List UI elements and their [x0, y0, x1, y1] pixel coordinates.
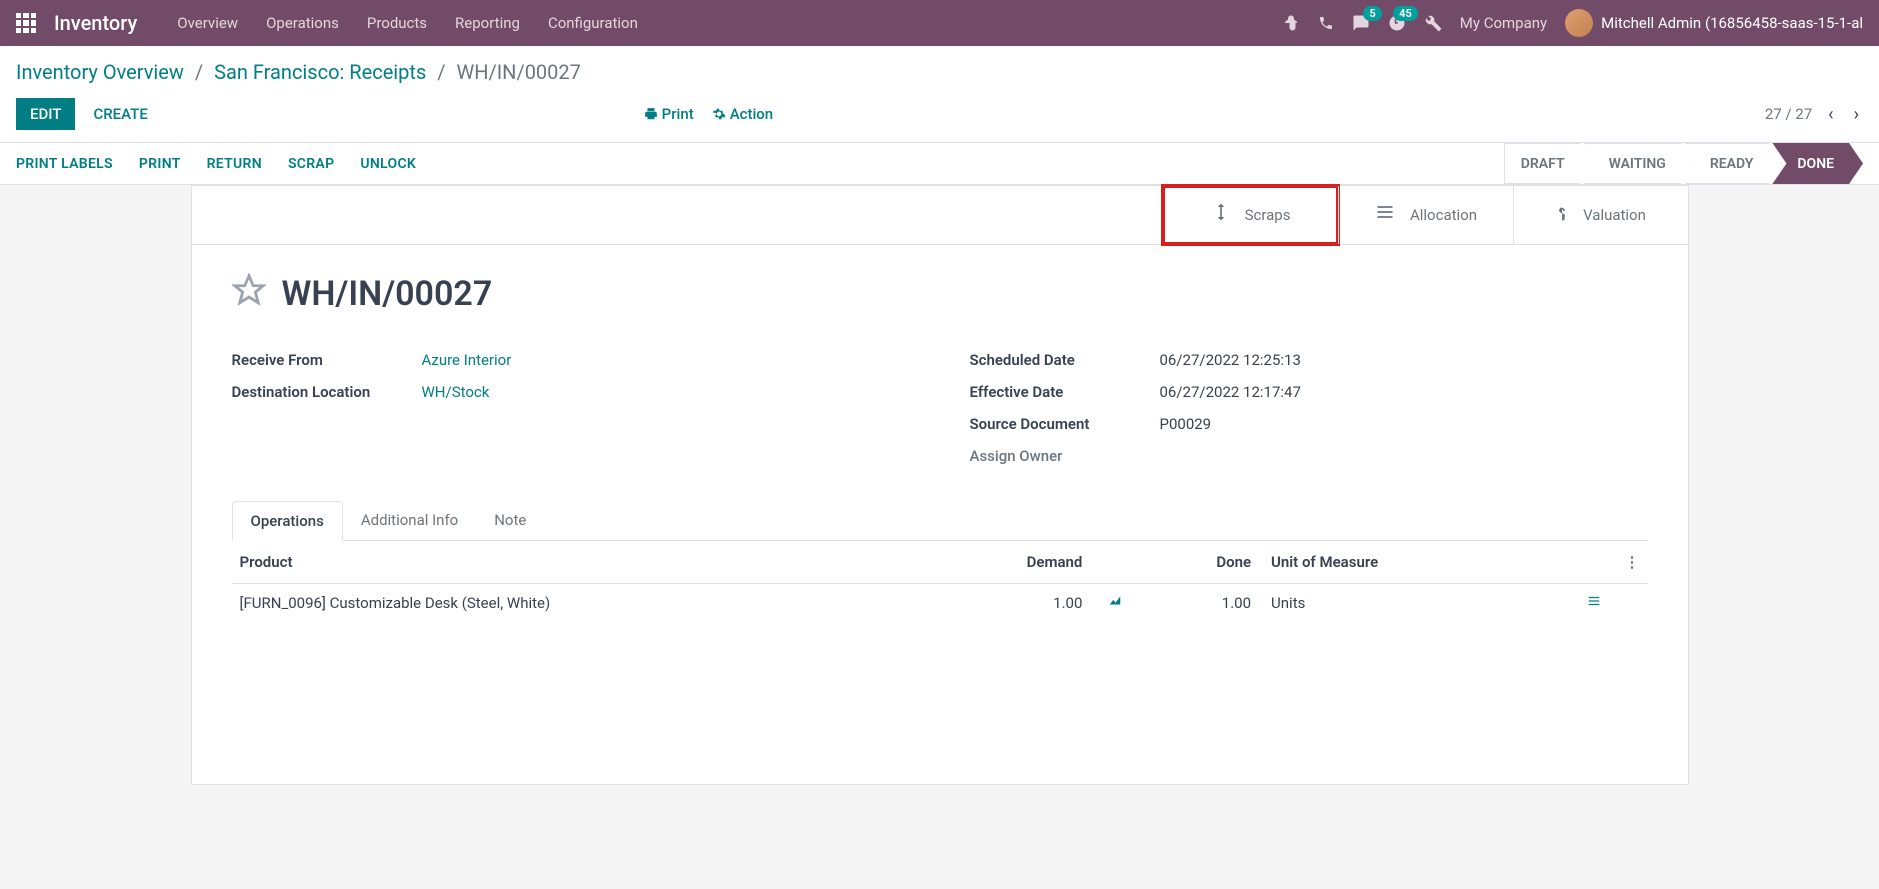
- tool-scrap[interactable]: SCRAP: [288, 156, 334, 172]
- pager-prev[interactable]: ‹: [1824, 104, 1837, 125]
- detail-icon[interactable]: [1585, 594, 1603, 612]
- status-waiting[interactable]: WAITING: [1584, 143, 1695, 184]
- dollar-icon: [1555, 200, 1569, 230]
- menu-products[interactable]: Products: [367, 14, 427, 32]
- pager-next[interactable]: ›: [1850, 104, 1863, 125]
- label-scheduled: Scheduled Date: [970, 351, 1160, 369]
- status-bar: DRAFT WAITING READY DONE: [1514, 143, 1863, 184]
- top-menu: Overview Operations Products Reporting C…: [177, 14, 638, 32]
- value-source: P00029: [1160, 415, 1212, 433]
- favorite-star-icon[interactable]: [232, 273, 266, 315]
- label-receive-from: Receive From: [232, 351, 422, 369]
- messages-badge: 5: [1363, 6, 1381, 21]
- app-name[interactable]: Inventory: [54, 11, 137, 35]
- stat-scraps[interactable]: Scraps: [1163, 186, 1338, 244]
- cp-row: EDIT CREATE Print Action 27 / 27 ‹ ›: [16, 98, 1863, 142]
- stat-buttons: Scraps Allocation Valuation: [192, 186, 1688, 245]
- table-row[interactable]: [FURN_0096] Customizable Desk (Steel, Wh…: [232, 584, 1648, 623]
- avatar: [1565, 9, 1593, 37]
- status-done[interactable]: DONE: [1772, 143, 1863, 184]
- breadcrumb-l2[interactable]: San Francisco: Receipts: [214, 60, 426, 84]
- gear-icon: [712, 107, 726, 121]
- edit-button[interactable]: EDIT: [16, 98, 75, 130]
- th-uom[interactable]: Unit of Measure: [1259, 541, 1576, 584]
- messages-icon[interactable]: 5: [1352, 14, 1370, 32]
- breadcrumb-current: WH/IN/00027: [456, 60, 580, 84]
- cell-done: 1.00: [1132, 584, 1259, 623]
- menu-reporting[interactable]: Reporting: [455, 14, 520, 32]
- status-ready[interactable]: READY: [1685, 143, 1783, 184]
- print-dropdown[interactable]: Print: [644, 105, 694, 123]
- field-grid: Receive From Azure Interior Destination …: [232, 351, 1648, 465]
- label-owner: Assign Owner: [970, 447, 1160, 465]
- list-icon: [1374, 202, 1396, 228]
- tool-print[interactable]: PRINT: [139, 156, 181, 172]
- tab-operations[interactable]: Operations: [232, 501, 343, 541]
- field-col-left: Receive From Azure Interior Destination …: [232, 351, 910, 465]
- title-row: WH/IN/00027: [232, 273, 1648, 315]
- tool-links: PRINT LABELS PRINT RETURN SCRAP UNLOCK: [16, 156, 416, 172]
- menu-operations[interactable]: Operations: [266, 14, 339, 32]
- pager: 27 / 27 ‹ ›: [1765, 104, 1863, 125]
- label-source: Source Document: [970, 415, 1160, 433]
- control-panel: Inventory Overview / San Francisco: Rece…: [0, 46, 1879, 143]
- cell-demand: 1.00: [911, 584, 1090, 623]
- field-col-right: Scheduled Date 06/27/2022 12:25:13 Effec…: [970, 351, 1648, 465]
- breadcrumb: Inventory Overview / San Francisco: Rece…: [16, 60, 1863, 84]
- th-done[interactable]: Done: [1132, 541, 1259, 584]
- value-scheduled: 06/27/2022 12:25:13: [1160, 351, 1301, 369]
- stat-allocation[interactable]: Allocation: [1338, 186, 1513, 244]
- menu-overview[interactable]: Overview: [177, 14, 238, 32]
- arrows-vertical-icon: [1211, 200, 1231, 230]
- bug-icon[interactable]: [1282, 14, 1300, 32]
- breadcrumb-l1[interactable]: Inventory Overview: [16, 60, 184, 84]
- form-sheet: Scraps Allocation Valuation WH/IN/00: [191, 185, 1689, 785]
- label-destination: Destination Location: [232, 383, 422, 401]
- th-product[interactable]: Product: [232, 541, 912, 584]
- tabs: Operations Additional Info Note: [232, 501, 1648, 541]
- tool-print-labels[interactable]: PRINT LABELS: [16, 156, 113, 172]
- user-menu[interactable]: Mitchell Admin (16856458-saas-15-1-al: [1565, 9, 1863, 37]
- tab-additional-info[interactable]: Additional Info: [343, 501, 476, 540]
- tools-icon[interactable]: [1424, 14, 1442, 32]
- operations-table: Product Demand Done Unit of Measure ⋮ [F…: [232, 541, 1648, 622]
- phone-icon[interactable]: [1318, 15, 1334, 31]
- stat-valuation[interactable]: Valuation: [1513, 186, 1688, 244]
- company-name[interactable]: My Company: [1460, 14, 1547, 32]
- tool-unlock[interactable]: UNLOCK: [360, 156, 416, 172]
- cell-uom: Units: [1259, 584, 1576, 623]
- top-right: 5 45 My Company Mitchell Admin (16856458…: [1282, 9, 1863, 37]
- menu-configuration[interactable]: Configuration: [548, 14, 638, 32]
- cell-product: [FURN_0096] Customizable Desk (Steel, Wh…: [232, 584, 912, 623]
- sheet-wrapper: Scraps Allocation Valuation WH/IN/00: [0, 185, 1879, 785]
- apps-icon[interactable]: [16, 13, 36, 33]
- activities-icon[interactable]: 45: [1388, 14, 1406, 32]
- value-receive-from[interactable]: Azure Interior: [422, 351, 512, 369]
- value-effective: 06/27/2022 12:17:47: [1160, 383, 1301, 401]
- activities-badge: 45: [1393, 6, 1418, 21]
- action-dropdown[interactable]: Action: [712, 105, 773, 123]
- print-icon: [644, 107, 658, 121]
- create-button[interactable]: CREATE: [93, 105, 147, 123]
- table-options-icon[interactable]: ⋮: [1625, 553, 1640, 571]
- label-effective: Effective Date: [970, 383, 1160, 401]
- th-demand[interactable]: Demand: [911, 541, 1090, 584]
- value-destination[interactable]: WH/Stock: [422, 383, 490, 401]
- top-nav: Inventory Overview Operations Products R…: [0, 0, 1879, 46]
- form-body: WH/IN/00027 Receive From Azure Interior …: [192, 245, 1688, 650]
- forecast-icon[interactable]: [1106, 594, 1124, 612]
- status-draft[interactable]: DRAFT: [1504, 143, 1594, 184]
- pager-text: 27 / 27: [1765, 105, 1812, 123]
- user-name: Mitchell Admin (16856458-saas-15-1-al: [1601, 14, 1863, 32]
- tab-note[interactable]: Note: [476, 501, 544, 540]
- toolbar-row: PRINT LABELS PRINT RETURN SCRAP UNLOCK D…: [0, 143, 1879, 185]
- record-title: WH/IN/00027: [282, 274, 493, 314]
- tool-return[interactable]: RETURN: [207, 156, 262, 172]
